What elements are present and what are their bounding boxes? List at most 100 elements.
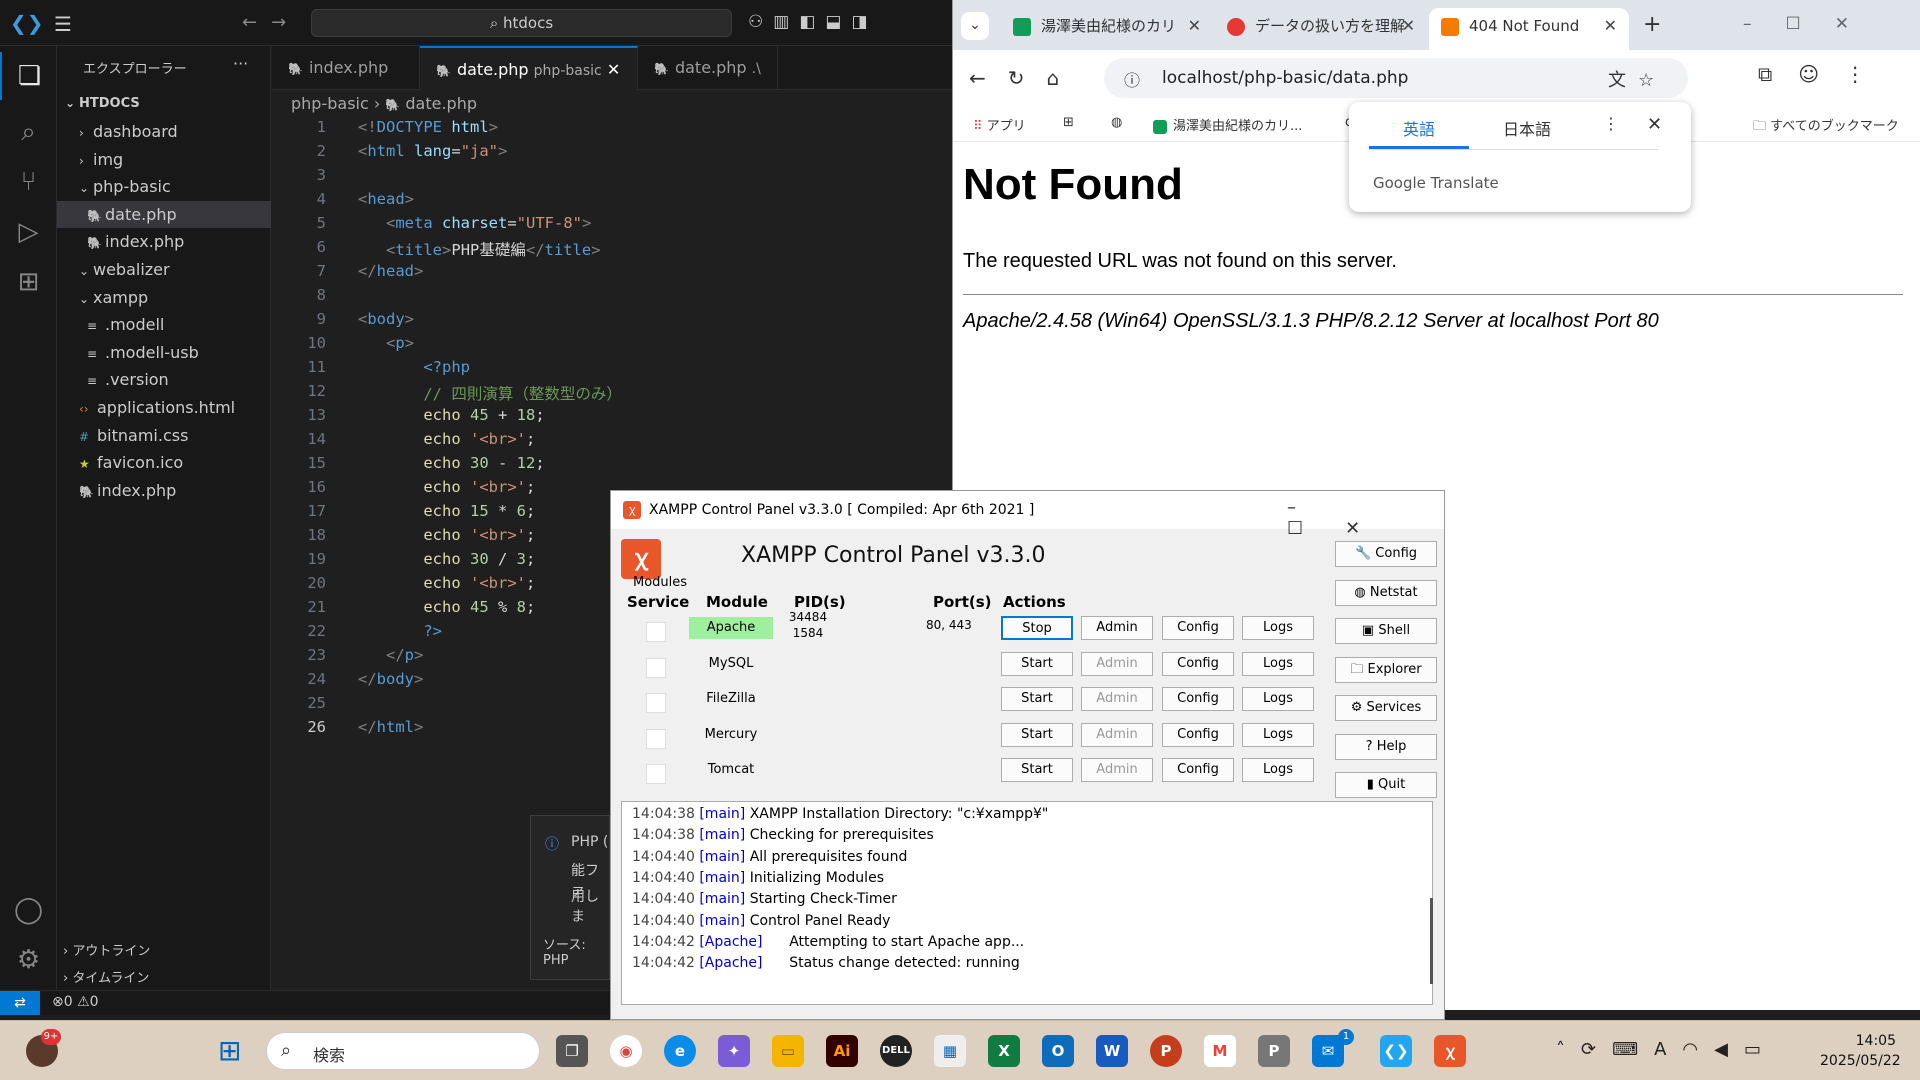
tree-item[interactable]: 🐘 date.php — [57, 200, 271, 228]
search-icon[interactable]: ⌕ — [0, 108, 57, 156]
minimize-icon[interactable]: – — [1287, 497, 1338, 518]
copilot-icon[interactable]: ⚇ — [748, 12, 773, 32]
store-icon[interactable]: ▦ — [934, 1035, 966, 1067]
stop-button[interactable]: Stop — [1001, 616, 1073, 640]
config-button[interactable]: Config — [1162, 687, 1234, 711]
source-control-icon[interactable]: ⑂ — [0, 158, 57, 206]
start-button[interactable]: Start — [1001, 651, 1073, 676]
minimize-icon[interactable]: – — [1743, 14, 1786, 34]
service-checkbox[interactable] — [646, 764, 666, 784]
admin-button[interactable]: Admin — [1081, 687, 1153, 711]
remote-icon[interactable]: ⇄ — [0, 991, 40, 1015]
maximize-icon[interactable]: ☐ — [1786, 14, 1835, 34]
chrome-tab-1[interactable]: 湯澤美由紀様のカリ ✕ — [1001, 8, 1213, 50]
log-scrollbar[interactable] — [1430, 898, 1433, 984]
help-side-button[interactable]: ? Help — [1335, 733, 1437, 760]
root-folder[interactable]: ⌄ HTDOCS — [57, 90, 271, 117]
tree-item[interactable]: ‹› applications.html — [57, 394, 271, 421]
close-window-icon[interactable]: ✕ — [1835, 14, 1883, 34]
vscode-taskbar-icon[interactable]: ❮❯ — [1380, 1035, 1412, 1067]
bookmark-grid-icon[interactable]: ⊞ — [1063, 115, 1074, 130]
tree-item[interactable]: ⌄ xampp — [57, 284, 271, 311]
config-side-button[interactable]: 🔧 Config — [1335, 541, 1437, 567]
bookmark-star-icon[interactable]: ☆ — [1638, 70, 1666, 91]
dell-icon[interactable]: DELL — [880, 1035, 912, 1067]
home-icon[interactable]: ⌂ — [1047, 66, 1082, 90]
chrome-tab-2[interactable]: データの扱い方を理解 ✕ — [1215, 8, 1427, 50]
tab-date-php-active[interactable]: 🐘 date.php php-basic ✕ — [420, 46, 638, 90]
tab-date-php-2[interactable]: 🐘 date.php .\ — [638, 46, 778, 90]
shell-side-button[interactable]: ▣ Shell — [1335, 618, 1437, 644]
tree-item[interactable]: › img — [57, 146, 271, 173]
problems-indicator[interactable]: ⊗0 ⚠0 — [52, 994, 99, 1010]
excel-icon[interactable]: X — [988, 1035, 1020, 1067]
toggle-panel-icon[interactable]: ⬓ — [825, 12, 851, 32]
chrome-icon[interactable]: ◉ — [610, 1035, 642, 1067]
volume-icon[interactable]: ◀ — [1714, 1039, 1744, 1060]
log-panel[interactable]: 14:04:38 [main] XAMPP Installation Direc… — [621, 801, 1433, 1005]
translate-icon[interactable]: 文 — [1608, 70, 1638, 91]
chrome-tab-active[interactable]: 404 Not Found ✕ — [1429, 8, 1629, 50]
service-checkbox[interactable] — [646, 728, 666, 749]
tree-item[interactable]: 🐘 index.php — [57, 477, 271, 504]
close-tab-icon[interactable]: ✕ — [607, 60, 620, 79]
tree-item[interactable]: ⌄ php-basic — [57, 173, 271, 200]
ime-icon[interactable]: A — [1654, 1039, 1682, 1060]
file-explorer-icon[interactable]: ▭ — [772, 1035, 804, 1067]
profile-avatar[interactable]: ☺ — [1798, 62, 1845, 86]
bookmark-apps[interactable]: ⠿ アプリ — [973, 115, 1026, 134]
translate-source-lang-tab[interactable]: 英語 — [1369, 116, 1469, 140]
translate-target-lang-tab[interactable]: 日本語 — [1477, 116, 1577, 140]
tree-item[interactable]: ★ favicon.ico — [57, 449, 271, 476]
bookmark-sheets[interactable]: 湯澤美由紀様のカリ... — [1153, 115, 1302, 134]
sync-icon[interactable]: ⟳ — [1581, 1039, 1612, 1060]
url-text[interactable]: localhost/php-basic/data.php — [1162, 68, 1408, 88]
toggle-sidebar-icon[interactable]: ◧ — [799, 12, 825, 32]
admin-button[interactable]: Admin — [1081, 651, 1153, 676]
start-button[interactable]: Start — [1001, 722, 1073, 747]
xampp-taskbar-icon[interactable]: ꭓ — [1434, 1035, 1466, 1067]
gmail-icon[interactable]: M — [1204, 1035, 1236, 1067]
edge-icon[interactable]: e — [664, 1035, 696, 1067]
outline-section[interactable]: › アウトライン — [63, 940, 150, 959]
reload-icon[interactable]: ↻ — [1008, 66, 1047, 90]
netstat-side-button[interactable]: ◍ Netstat — [1335, 579, 1437, 606]
config-button[interactable]: Config — [1162, 758, 1234, 782]
site-info-icon[interactable]: ⓘ — [1124, 67, 1140, 91]
logs-button[interactable]: Logs — [1242, 616, 1314, 640]
keyboard-icon[interactable]: ⌨ — [1612, 1039, 1654, 1060]
breadcrumb-file[interactable]: date.php — [405, 94, 477, 113]
task-view-icon[interactable]: ❐ — [556, 1035, 588, 1067]
service-checkbox[interactable] — [646, 693, 666, 713]
forward-arrow-icon[interactable]: → — [271, 12, 300, 33]
tab-index-php[interactable]: 🐘 index.php — [272, 46, 420, 90]
new-tab-plus-icon[interactable]: + — [1643, 12, 1661, 37]
toggle-secondary-sidebar-icon[interactable]: ◨ — [851, 12, 877, 32]
copilot-icon[interactable]: ✦ — [718, 1035, 750, 1067]
breadcrumb[interactable]: php-basic › 🐘 date.php — [291, 94, 477, 113]
tree-item[interactable]: ≡ .modell-usb — [57, 339, 271, 366]
back-arrow-icon[interactable]: ← — [242, 12, 271, 33]
config-button[interactable]: Config — [1162, 651, 1234, 676]
logs-button[interactable]: Logs — [1242, 651, 1314, 676]
timeline-section[interactable]: › タイムライン — [63, 967, 149, 986]
extensions-icon[interactable]: ⊞ — [0, 258, 57, 306]
chevron-up-icon[interactable]: ˄ — [1556, 1039, 1581, 1060]
close-tab-icon[interactable]: ✕ — [1604, 8, 1617, 44]
admin-button[interactable]: Admin — [1081, 758, 1153, 782]
start-button[interactable]: Start — [1001, 687, 1073, 711]
all-bookmarks[interactable]: 🗀 すべてのブックマーク — [1753, 115, 1899, 139]
breadcrumb-folder[interactable]: php-basic — [291, 94, 369, 113]
nav-arrows[interactable]: ←→ — [242, 12, 300, 33]
start-button[interactable]: Start — [1001, 758, 1073, 782]
tree-item[interactable]: ⌄ webalizer — [57, 256, 271, 283]
back-arrow-icon[interactable]: ← — [969, 66, 1008, 90]
close-tab-icon[interactable]: ✕ — [1402, 8, 1415, 44]
config-button[interactable]: Config — [1162, 616, 1234, 640]
close-tab-icon[interactable]: ✕ — [1188, 8, 1201, 44]
tree-item[interactable]: # bitnami.css — [57, 422, 271, 449]
services-side-button[interactable]: ⚙ Services — [1335, 695, 1437, 721]
taskbar-search[interactable]: ⌕ 検索 — [266, 1032, 540, 1070]
command-center-search[interactable]: ⌕ htdocs — [311, 9, 732, 37]
layout-icon[interactable]: ▥ — [773, 12, 799, 32]
